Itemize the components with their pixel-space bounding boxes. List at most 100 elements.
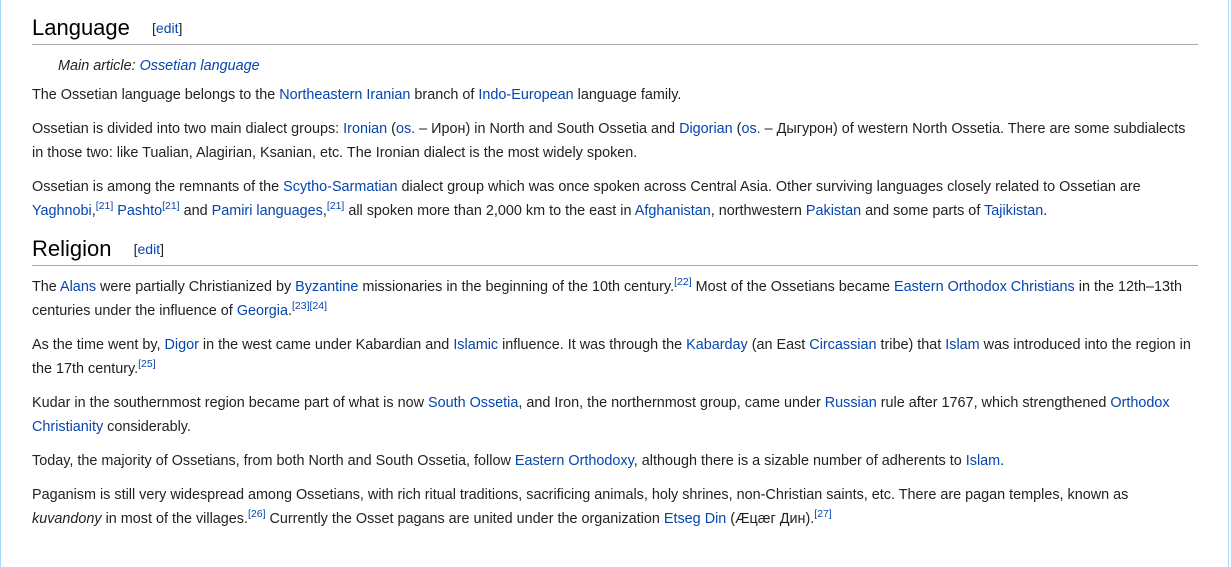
citation-link[interactable]: [24] (310, 300, 328, 312)
citation-link[interactable]: [25] (138, 358, 156, 370)
text-run: , and Iron, the northernmost group, came… (518, 395, 825, 411)
section-heading-language: Language [edit] (32, 15, 1198, 45)
text-run: in most of the villages. (101, 511, 248, 527)
heading-text: Religion (32, 236, 112, 261)
wiki-link[interactable]: Islamic (453, 337, 498, 353)
citation[interactable]: [21] (96, 200, 114, 212)
citation[interactable]: [25] (138, 358, 156, 370)
text-run: Most of the Ossetians became (691, 279, 894, 295)
edit-section-link[interactable]: [edit] (152, 20, 182, 36)
text-run: language family. (573, 87, 682, 103)
citation[interactable]: [21] (327, 200, 345, 212)
paragraph: The Alans were partially Christianized b… (32, 275, 1198, 323)
text-run: and some parts of (861, 203, 985, 219)
citation-link[interactable]: [21] (96, 200, 114, 212)
wiki-link[interactable]: Byzantine (295, 279, 358, 295)
wiki-link[interactable]: Eastern Orthodox Christians (894, 279, 1075, 295)
hatnote-label: Main article: (58, 58, 140, 74)
wiki-link[interactable]: Alans (60, 279, 96, 295)
wiki-link[interactable]: os. (741, 121, 760, 137)
wiki-link[interactable]: Indo-European (478, 87, 573, 103)
text-run: – Ирон) in North and South Ossetia and (415, 121, 680, 137)
text-run: rule after 1767, which strengthened (876, 395, 1111, 411)
text-run: in the west came under Kabardian and (198, 337, 454, 353)
citation-link[interactable]: [21] (162, 200, 180, 212)
text-run: dialect group which was once spoken acro… (397, 179, 1141, 195)
text-run: considerably. (103, 419, 191, 435)
wiki-link[interactable]: South Ossetia (428, 395, 518, 411)
edit-link[interactable]: edit (138, 241, 161, 257)
citation[interactable]: [23] (292, 300, 310, 312)
text-run: Kudar in the southernmost region became … (32, 395, 428, 411)
paragraph: Kudar in the southernmost region became … (32, 391, 1198, 439)
text-run: As the time went by, (32, 337, 165, 353)
text-run: tribe) that (876, 337, 946, 353)
citation[interactable]: [21] (162, 200, 180, 212)
wiki-link[interactable]: Georgia (237, 303, 288, 319)
wiki-link[interactable]: Scytho-Sarmatian (283, 179, 397, 195)
text-run: , although there is a sizable number of … (633, 453, 966, 469)
paragraph: The Ossetian language belongs to the Nor… (32, 83, 1198, 107)
section-heading-religion: Religion [edit] (32, 236, 1198, 266)
wiki-link[interactable]: Pakistan (806, 203, 861, 219)
text-run: branch of (410, 87, 479, 103)
text-run: Ossetian is among the remnants of the (32, 179, 284, 195)
wiki-link[interactable]: Eastern Orthodoxy (515, 453, 634, 469)
edit-section-link[interactable]: [edit] (134, 241, 164, 257)
paragraph: Paganism is still very widespread among … (32, 483, 1198, 531)
wiki-link[interactable]: Pashto (117, 203, 162, 219)
text-run: Ossetian is divided into two main dialec… (32, 121, 344, 137)
wiki-link[interactable]: Yaghnobi (32, 203, 92, 219)
citation-link[interactable]: [22] (674, 276, 692, 288)
wiki-link[interactable]: Islam (945, 337, 979, 353)
wiki-link[interactable]: Kabarday (686, 337, 748, 353)
citation[interactable]: [22] (674, 276, 692, 288)
citation-link[interactable]: [26] (248, 508, 266, 520)
text-run: and (179, 203, 212, 219)
text-run: The (32, 279, 61, 295)
text-run: influence. It was through the (498, 337, 687, 353)
text-run: Paganism is still very widespread among … (32, 487, 1129, 503)
wiki-link[interactable]: Russian (825, 395, 877, 411)
article-content: Language [edit] Main article: Ossetian l… (32, 0, 1198, 531)
wiki-link[interactable]: Ironian (343, 121, 387, 137)
citation[interactable]: [26] (248, 508, 266, 520)
text-run: . (1043, 203, 1048, 219)
wiki-link[interactable]: Digorian (679, 121, 733, 137)
citation[interactable]: [24] (310, 300, 328, 312)
wiki-link[interactable]: Islam (966, 453, 1000, 469)
wiki-link[interactable]: Afghanistan (635, 203, 711, 219)
article-frame: Language [edit] Main article: Ossetian l… (0, 0, 1229, 567)
text-run: The Ossetian language belongs to the (32, 87, 280, 103)
wiki-link[interactable]: os. (396, 121, 415, 137)
hatnote: Main article: Ossetian language (58, 55, 1198, 77)
wiki-link[interactable]: Digor (165, 337, 199, 353)
paragraph: Today, the majority of Ossetians, from b… (32, 449, 1198, 473)
text-run: Today, the majority of Ossetians, from b… (32, 453, 515, 469)
text-run: (Æцæг Дин). (726, 511, 815, 527)
text-run: , northwestern (710, 203, 806, 219)
wiki-link[interactable]: Circassian (809, 337, 876, 353)
citation[interactable]: [27] (814, 508, 832, 520)
text-run: Currently the Osset pagans are united un… (265, 511, 664, 527)
text-run: . (1000, 453, 1005, 469)
citation-link[interactable]: [27] (814, 508, 832, 520)
text-run: ( (387, 121, 396, 137)
wiki-link[interactable]: Etseg Din (664, 511, 726, 527)
heading-text: Language (32, 15, 130, 40)
citation-link[interactable]: [23] (292, 300, 310, 312)
paragraph: As the time went by, Digor in the west c… (32, 333, 1198, 381)
citation-link[interactable]: [21] (327, 200, 345, 212)
wiki-link[interactable]: Tajikistan (984, 203, 1043, 219)
text-run: missionaries in the beginning of the 10t… (358, 279, 675, 295)
text-run: all spoken more than 2,000 km to the eas… (344, 203, 635, 219)
main-article-link[interactable]: Ossetian language (140, 58, 260, 74)
wiki-link[interactable]: Pamiri languages (212, 203, 323, 219)
paragraph: Ossetian is divided into two main dialec… (32, 117, 1198, 165)
text-run: (an East (747, 337, 810, 353)
italic-term: kuvandony (32, 511, 102, 527)
wiki-link[interactable]: Northeastern Iranian (279, 87, 410, 103)
text-run: were partially Christianized by (96, 279, 296, 295)
paragraph: Ossetian is among the remnants of the Sc… (32, 175, 1198, 223)
edit-link[interactable]: edit (156, 20, 179, 36)
